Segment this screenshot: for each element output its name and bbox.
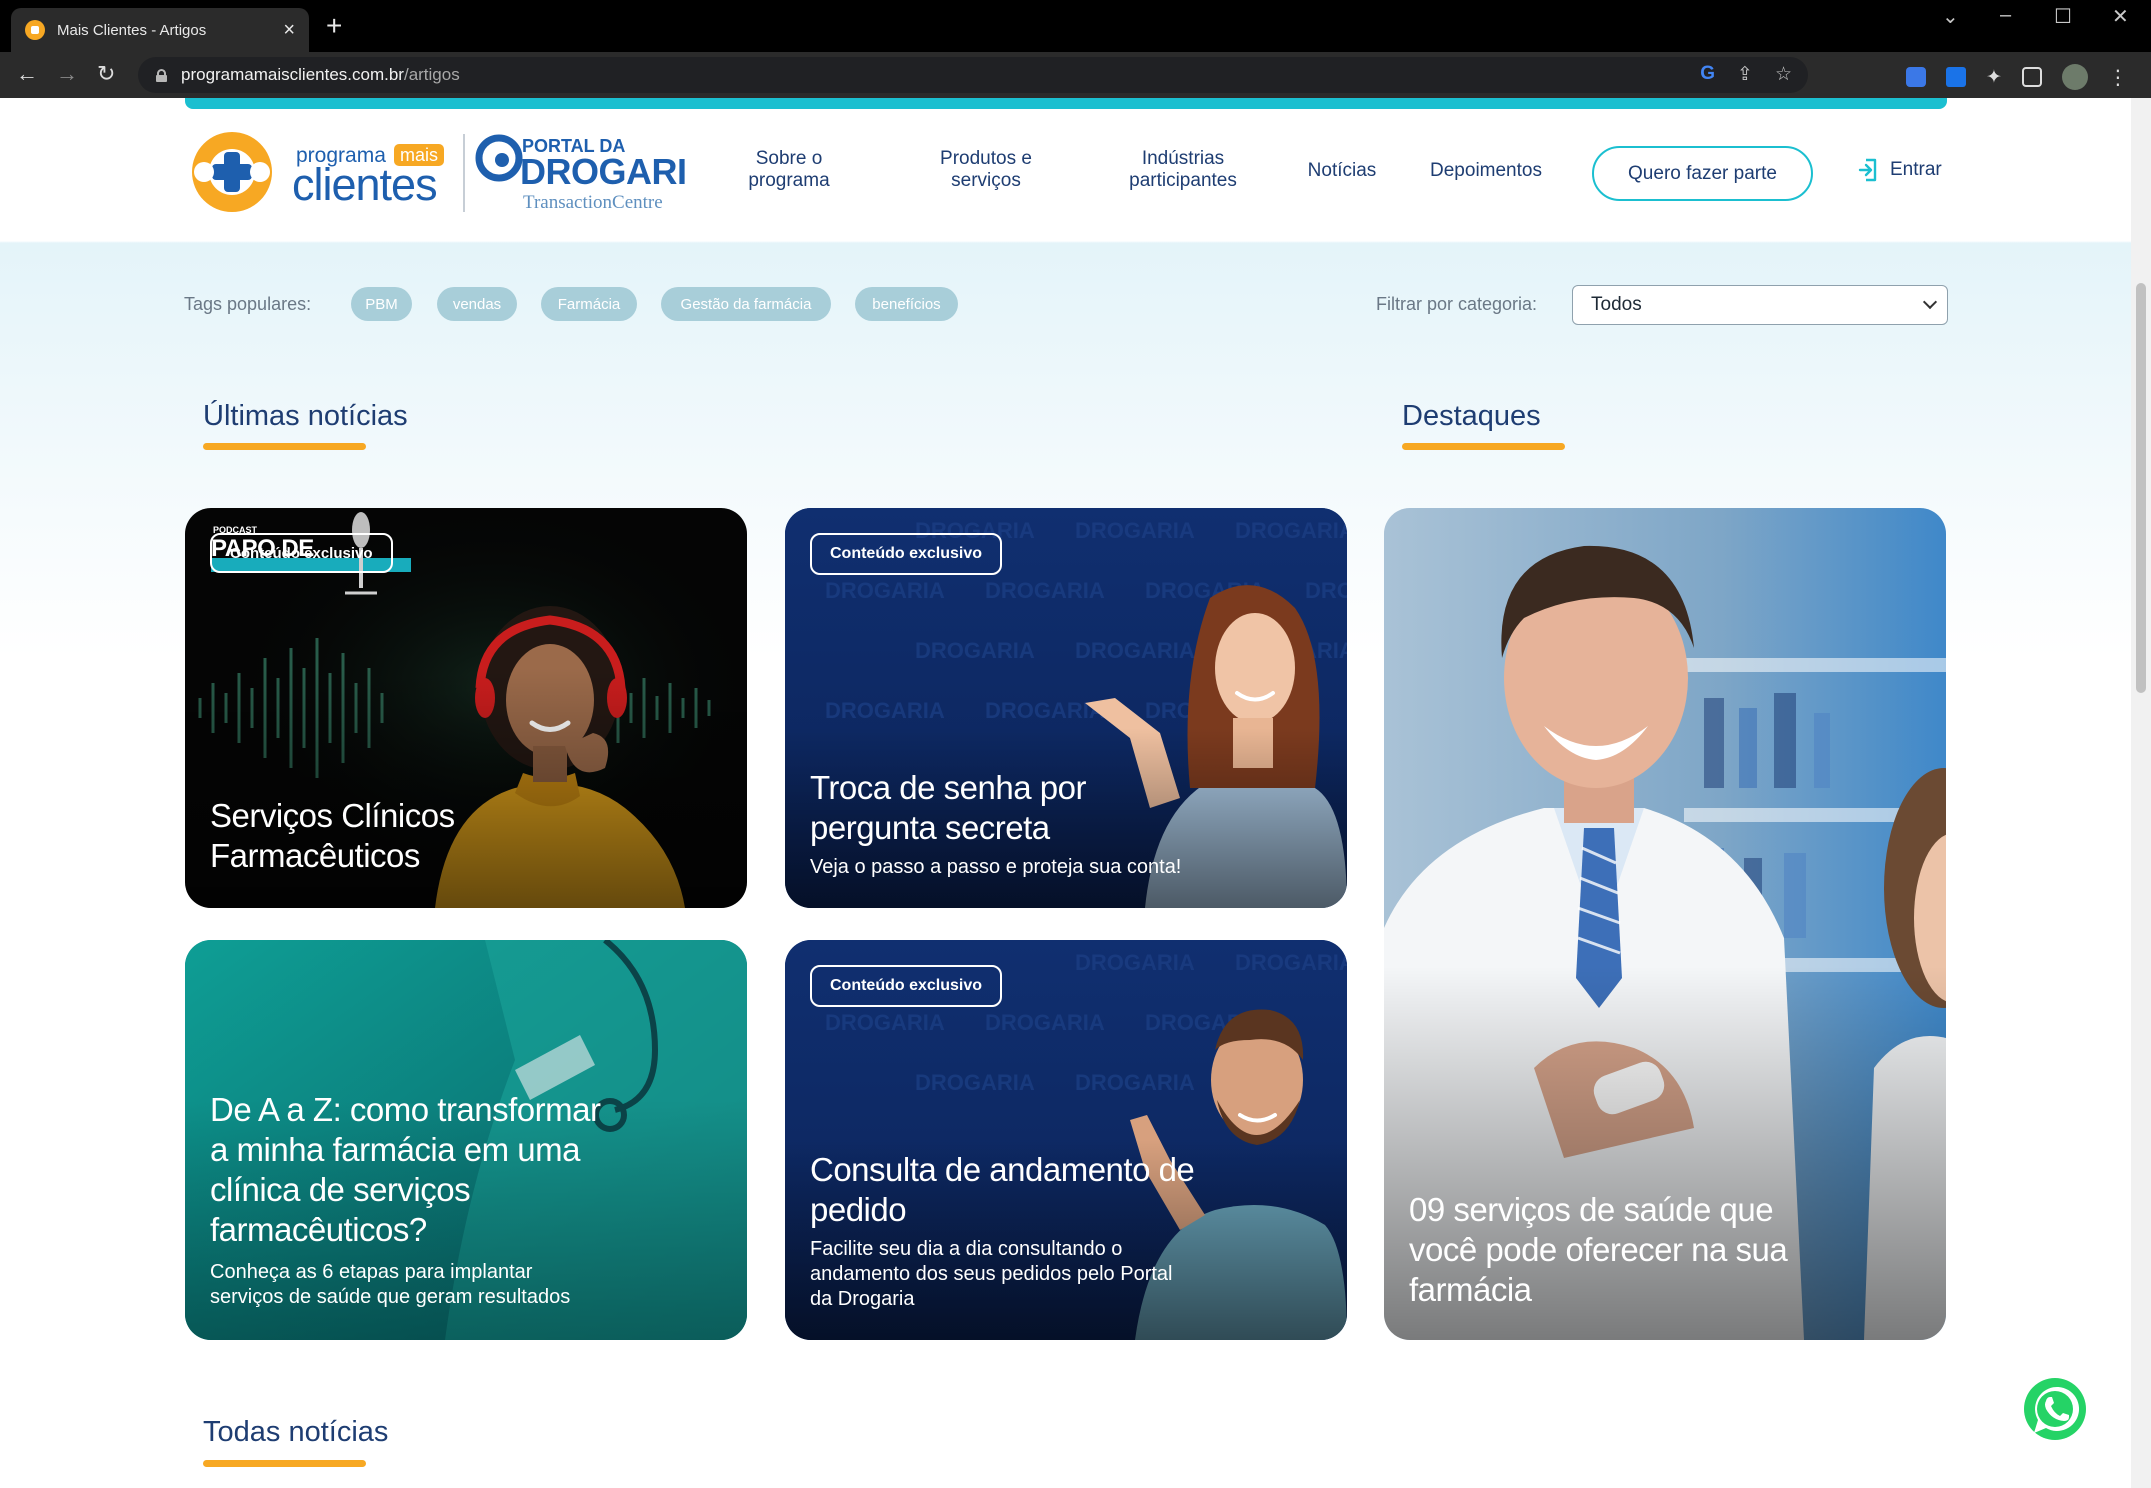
back-icon[interactable]: ←	[16, 60, 38, 88]
extension-screenshot-icon[interactable]	[1946, 67, 1966, 87]
card-subtitle: Facilite seu dia a dia consultando o and…	[810, 1238, 1173, 1310]
svg-text:TransactionCentre: TransactionCentre	[523, 192, 663, 213]
new-tab-icon[interactable]: +	[326, 12, 342, 40]
whatsapp-icon[interactable]	[2022, 1376, 2088, 1442]
svg-text:DROGARIA: DROGARIA	[825, 1010, 945, 1035]
profile-avatar[interactable]	[2061, 64, 2088, 90]
browser-menu-icon[interactable]: ⋮	[2108, 65, 2128, 90]
tag-farmacia[interactable]: Farmácia	[541, 287, 637, 321]
nav-label: Depoimentos	[1430, 160, 1542, 181]
card-title: De A a Z: como transformar a minha farmá…	[210, 1091, 601, 1248]
lock-icon[interactable]	[156, 68, 167, 82]
tab-title: Mais Clientes - Artigos	[57, 21, 207, 39]
card-title: Serviços Clínicos Farmacêuticos	[210, 797, 455, 874]
svg-text:DROGARIA: DROGARIA	[1075, 518, 1195, 543]
svg-text:clientes: clientes	[292, 159, 437, 210]
login-link[interactable]: Entrar	[1858, 158, 1942, 182]
browser-tab[interactable]: Mais Clientes - Artigos ×	[11, 8, 309, 52]
all-news-underline	[203, 1460, 366, 1467]
close-tab-icon[interactable]: ×	[283, 20, 295, 40]
card-title: 09 serviços de saúde que você pode ofere…	[1409, 1191, 1788, 1308]
extensions-puzzle-icon[interactable]: ✦	[1986, 66, 2002, 89]
svg-text:DROGARIA: DROGARIA	[1235, 950, 1347, 975]
highlight-card-servicos-de-saude[interactable]: 09 serviços de saúde que você pode ofere…	[1384, 508, 1946, 1340]
category-filter-label: Filtrar por categoria:	[1376, 294, 1538, 314]
reload-icon[interactable]: ↻	[97, 60, 115, 88]
news-card-de-a-a-z[interactable]: De A a Z: como transformar a minha farmá…	[185, 940, 747, 1340]
close-window-icon[interactable]: ✕	[2112, 4, 2129, 29]
tag-vendas[interactable]: vendas	[437, 287, 517, 321]
tab-search-chevron-icon[interactable]: ⌄	[1942, 4, 1959, 29]
address-bar[interactable]: programamaisclientes.com.br/artigos G ⇪ …	[138, 57, 1808, 93]
share-icon[interactable]: ⇪	[1737, 63, 1753, 86]
page-scrollbar[interactable]	[2131, 98, 2151, 1488]
site-favicon-icon	[25, 20, 45, 40]
chevron-down-icon	[1922, 294, 1938, 310]
nav-sobre-o-programa[interactable]: Sobre o programa	[736, 148, 842, 192]
side-panel-icon[interactable]	[2021, 67, 2042, 87]
category-select-value: Todos	[1591, 294, 1642, 315]
bookmark-star-icon[interactable]: ☆	[1775, 63, 1792, 86]
news-card-servicos-clinicos[interactable]: PODCAST PAPO DE Conteúdo exclusivo Servi…	[185, 508, 747, 908]
url-host: programamaisclientes.com.br	[181, 65, 404, 84]
nav-depoimentos[interactable]: Depoimentos	[1420, 160, 1552, 182]
tag-beneficios[interactable]: benefícios	[855, 287, 958, 321]
google-lens-icon[interactable]: G	[1700, 63, 1715, 86]
popular-tags-label: Tags populares:	[184, 294, 312, 314]
card-title: Troca de senha por pergunta secreta	[810, 769, 1086, 846]
card-subtitle: Conheça as 6 etapas para implantar servi…	[210, 1261, 571, 1308]
browser-toolbar: ← → ↻ programamaisclientes.com.br/artigo…	[0, 52, 2151, 98]
quero-fazer-parte-button[interactable]: Quero fazer parte	[1592, 146, 1813, 201]
nav-label: Notícias	[1307, 160, 1377, 181]
minimize-icon[interactable]: –	[2000, 4, 2011, 27]
browser-tab-bar: Mais Clientes - Artigos × + ⌄ – ☐ ✕	[0, 0, 2151, 52]
svg-text:DROGARIA: DROGARIA	[520, 151, 686, 192]
card-subtitle: Veja o passo a passo e proteja sua conta…	[810, 856, 1182, 878]
highlights-underline	[1402, 443, 1565, 450]
nav-label: Indústrias participantes	[1129, 148, 1237, 191]
exclusive-badge: Conteúdo exclusivo	[210, 533, 393, 573]
login-icon	[1858, 158, 1877, 182]
nav-noticias[interactable]: Notícias	[1300, 160, 1384, 182]
tag-gestao-da-farmacia[interactable]: Gestão da farmácia	[661, 287, 831, 321]
svg-text:DROGARIA: DROGARIA	[1235, 518, 1347, 543]
header-logos[interactable]: programa mais clientes PORTAL DA DROGARI…	[184, 130, 686, 215]
programa-mais-clientes-logo: programa mais clientes	[192, 132, 444, 212]
news-card-troca-de-senha[interactable]: DROGARIA DROGARIA DROGARIA DROGARIA DROGARI…	[785, 508, 1347, 908]
tag-pbm[interactable]: PBM	[351, 287, 412, 321]
nav-label: Produtos e serviços	[940, 148, 1032, 191]
forward-icon[interactable]: →	[56, 60, 78, 88]
scrollbar-thumb[interactable]	[2136, 283, 2146, 693]
header-accent-stripe	[185, 98, 1947, 109]
news-card-consulta-pedido[interactable]: DROGARIA DROGARIA DROGARIA DROGARIA DROGARI…	[785, 940, 1347, 1340]
svg-text:DROGARIA: DROGARIA	[915, 638, 1035, 663]
nav-produtos-e-servicos[interactable]: Produtos e serviços	[928, 148, 1044, 192]
url-path: /artigos	[403, 65, 460, 84]
svg-text:DROGARIA: DROGARIA	[985, 1010, 1105, 1035]
extension-translate-icon[interactable]	[1906, 67, 1926, 87]
all-news-title: Todas notícias	[203, 1416, 389, 1448]
nav-industrias-participantes[interactable]: Indústrias participantes	[1114, 148, 1252, 192]
portal-da-drogaria-logo: PORTAL DA DROGARIA TransactionCentre	[475, 134, 686, 213]
maximize-icon[interactable]: ☐	[2054, 4, 2072, 29]
latest-news-title: Últimas notícias	[203, 400, 408, 432]
card-title: Consulta de andamento de pedido	[810, 1151, 1195, 1228]
svg-text:DROGARIA: DROGARIA	[1075, 950, 1195, 975]
svg-text:DROGARIA: DROGARIA	[985, 698, 1105, 723]
category-select[interactable]: Todos	[1572, 285, 1948, 325]
page-content: programa mais clientes PORTAL DA DROGARI…	[0, 98, 2131, 1488]
login-label: Entrar	[1890, 159, 1942, 180]
svg-text:DROGARIA: DROGARIA	[1075, 638, 1195, 663]
svg-text:DROGARIA: DROGARIA	[1305, 578, 1347, 603]
nav-label: Sobre o programa	[748, 148, 830, 191]
svg-text:DROGARIA: DROGARIA	[825, 698, 945, 723]
highlights-title: Destaques	[1402, 400, 1541, 432]
svg-text:DROGARIA: DROGARIA	[985, 578, 1105, 603]
svg-text:DROGARIA: DROGARIA	[1075, 1070, 1195, 1095]
exclusive-badge: Conteúdo exclusivo	[810, 533, 1003, 575]
svg-text:DROGARIA: DROGARIA	[825, 578, 945, 603]
exclusive-badge: Conteúdo exclusivo	[810, 965, 1003, 1007]
svg-text:DROGARIA: DROGARIA	[915, 1070, 1035, 1095]
latest-news-underline	[203, 443, 366, 450]
